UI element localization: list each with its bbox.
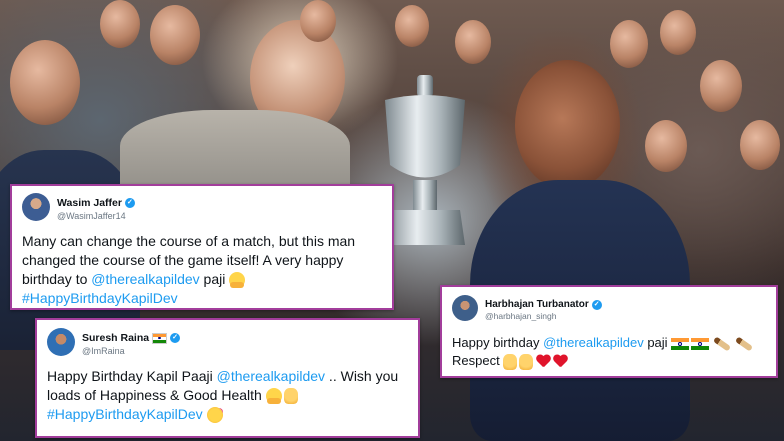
tweet-text: Happy Birthday Kapil Paaji @therealkapil… (47, 367, 408, 424)
india-flag-emoji (691, 337, 710, 350)
author-name[interactable]: Suresh Raina (82, 332, 149, 344)
tweet-author: Harbhajan Turbanator ✓ @harbhajan_singh (485, 294, 602, 322)
author-name-row: Wasim Jaffer ✓ (57, 197, 135, 209)
hugging-face-emoji (229, 272, 246, 289)
tweet-author: Suresh Raina ✓ @ImRaina (82, 328, 181, 357)
partying-face-emoji (206, 407, 223, 424)
tweet-text-part: Happy Birthday Kapil Paaji (47, 367, 217, 384)
tweet-text: Many can change the course of a match, b… (22, 232, 382, 308)
crowd-face (150, 5, 200, 65)
author-handle[interactable]: @WasimJaffer14 (57, 211, 135, 221)
india-flag-emoji (671, 337, 690, 350)
author-name[interactable]: Harbhajan Turbanator (485, 299, 589, 311)
tweet-text-part: Happy birthday (452, 335, 544, 351)
verified-badge-icon: ✓ (170, 333, 181, 344)
crowd-face (455, 20, 491, 64)
author-handle[interactable]: @harbhajan_singh (485, 312, 602, 322)
red-heart-emoji (553, 355, 568, 369)
mention-link[interactable]: @therealkapildev (217, 368, 325, 384)
crowd-face (395, 5, 429, 47)
avatar[interactable] (452, 295, 478, 322)
verified-badge-icon: ✓ (124, 198, 135, 209)
avatar[interactable] (47, 328, 75, 357)
crowd-face (300, 0, 336, 42)
author-name-row: Suresh Raina ✓ (82, 332, 181, 344)
mention-link[interactable]: @therealkapildev (91, 271, 199, 287)
verified-badge-icon: ✓ (591, 299, 602, 310)
tweet-text-part: Respect (452, 353, 504, 369)
crowd-face (700, 60, 742, 112)
hashtag-link[interactable]: #HappyBirthdayKapilDev (22, 290, 178, 306)
tweet-card-suresh-raina: Suresh Raina ✓ @ImRaina Happy Birthday K… (35, 318, 420, 438)
red-heart-emoji (536, 355, 551, 369)
hashtag-link[interactable]: #HappyBirthdayKapilDev (47, 406, 203, 422)
avatar[interactable] (22, 193, 50, 222)
author-name[interactable]: Wasim Jaffer (57, 197, 122, 209)
tweet-author: Wasim Jaffer ✓ @WasimJaffer14 (57, 193, 135, 222)
folded-hands-emoji (519, 353, 534, 370)
india-flag-icon (152, 332, 168, 344)
tweet-text: Happy birthday @therealkapildev paji Res… (452, 334, 766, 370)
tweet-header: Suresh Raina ✓ @ImRaina (47, 328, 408, 357)
hugging-face-emoji (265, 388, 282, 405)
crowd-face (100, 0, 140, 48)
crowd-face (740, 120, 780, 170)
tweet-card-harbhajan-singh: Harbhajan Turbanator ✓ @harbhajan_singh … (440, 285, 778, 378)
tweet-text-part: paji (199, 270, 230, 287)
tweet-text-part: paji (643, 335, 672, 351)
crowd-face (10, 40, 80, 125)
captain-face (515, 60, 620, 190)
crowd-face (610, 20, 648, 68)
mention-link[interactable]: @therealkapildev (543, 335, 644, 350)
raising-hands-emoji (283, 388, 298, 405)
tweet-card-wasim-jaffer: Wasim Jaffer ✓ @WasimJaffer14 Many can c… (10, 184, 394, 310)
crowd-face (645, 120, 687, 172)
cricket-bat-emoji (735, 336, 754, 352)
author-handle[interactable]: @ImRaina (82, 346, 180, 356)
author-name-row: Harbhajan Turbanator ✓ (485, 299, 602, 311)
cricket-bat-emoji (713, 336, 732, 352)
tweet-header: Wasim Jaffer ✓ @WasimJaffer14 (22, 193, 382, 222)
tweet-header: Harbhajan Turbanator ✓ @harbhajan_singh (452, 294, 766, 322)
folded-hands-emoji (503, 353, 518, 370)
crowd-face (660, 10, 696, 55)
